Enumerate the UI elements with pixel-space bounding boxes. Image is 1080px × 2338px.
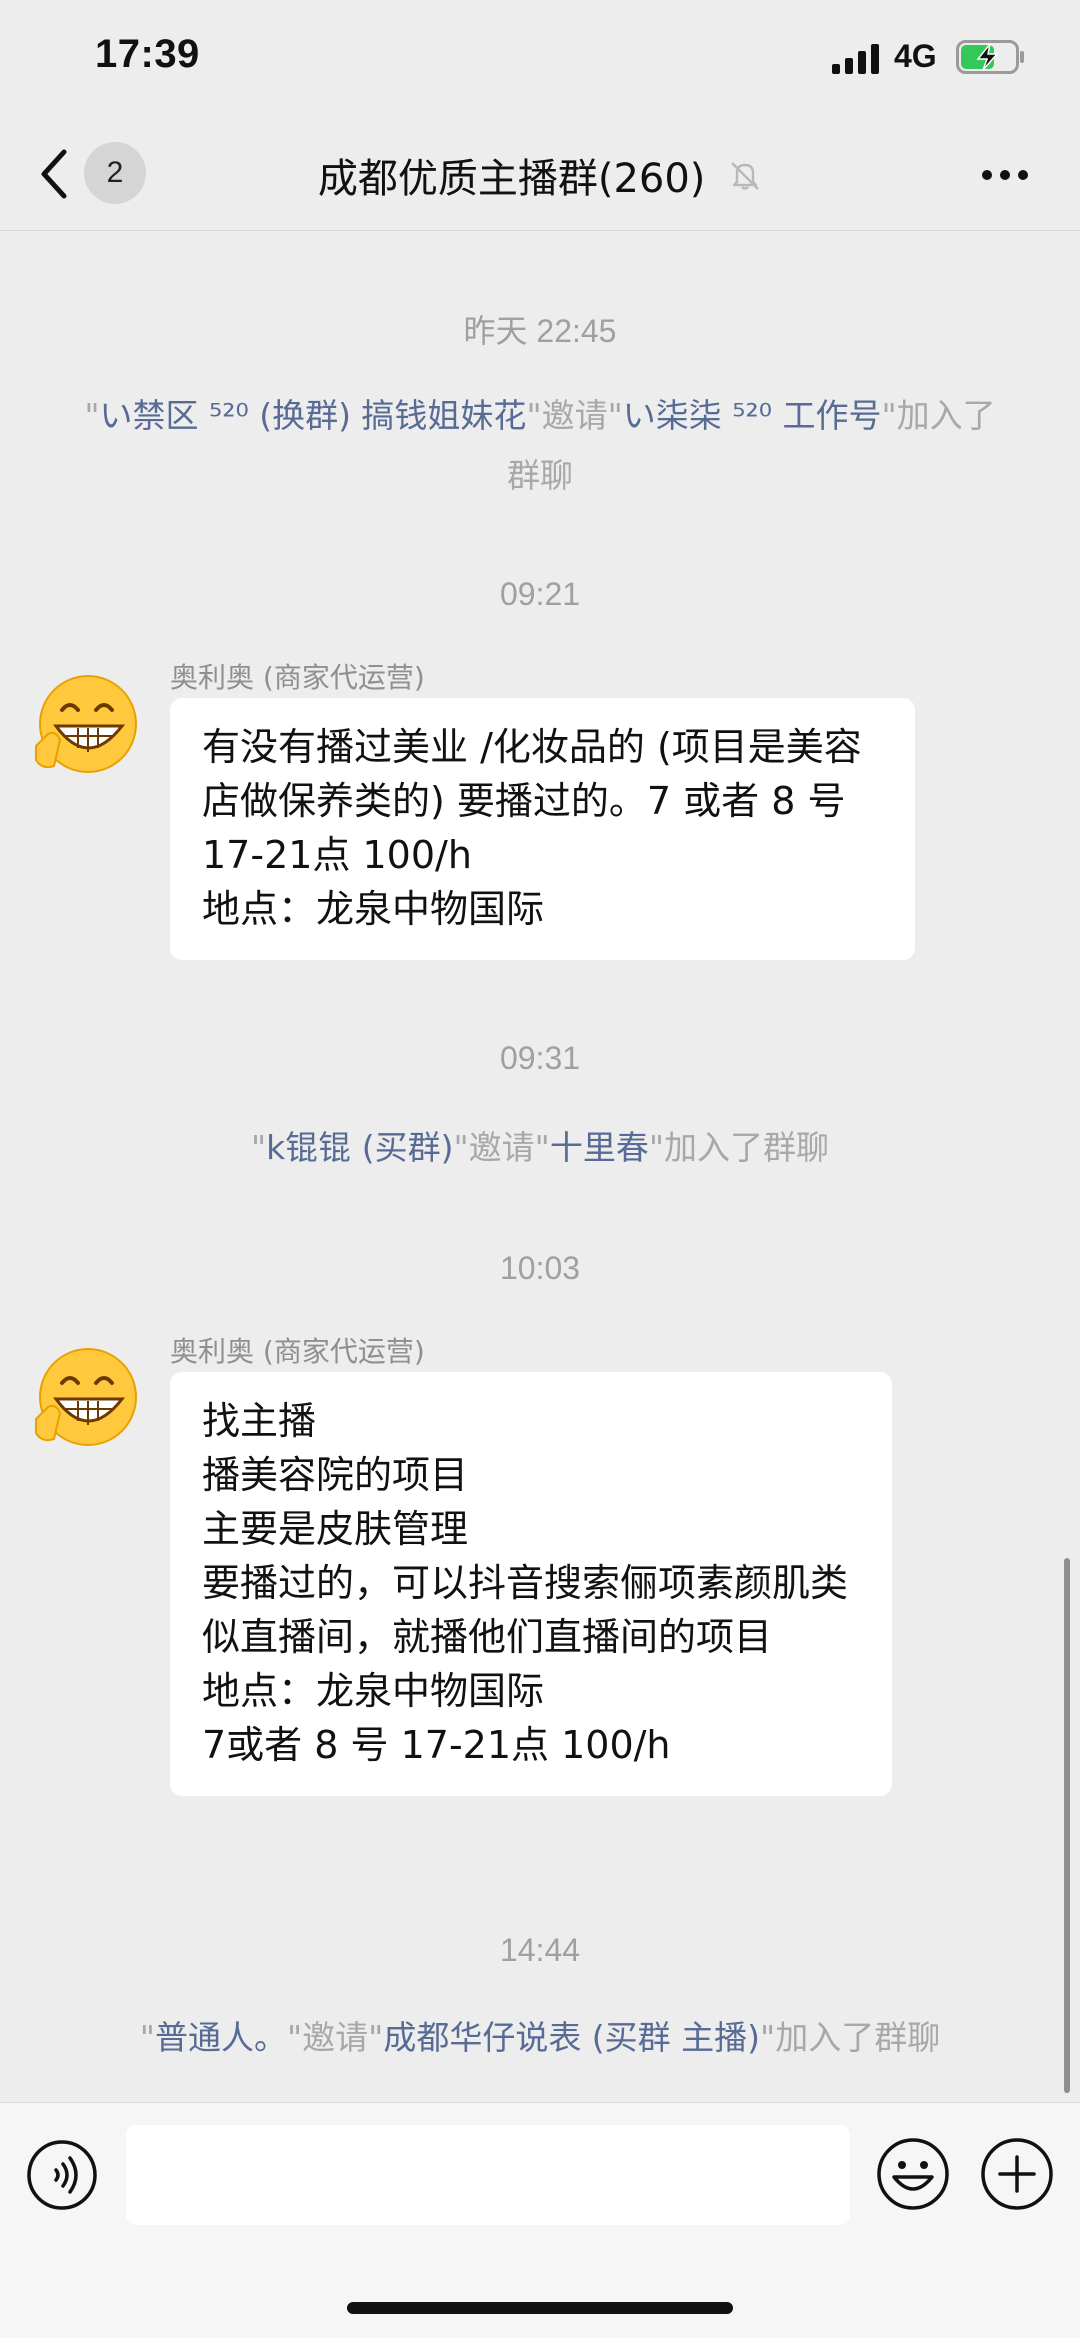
grinning-emoji-avatar[interactable] [30,670,140,780]
timestamp: 09:31 [499,1040,581,1076]
sender-name: 奥利奥 (商家代运营) [170,661,425,694]
message-bubble[interactable]: 有没有播过美业 /化妆品的 (项目是美容店做保养类的) 要播过的。7 或者 8 … [170,698,915,960]
system-notice: "普通人。"邀请"成都华仔说表 (买群 主播)"加入了群聊 [139,2018,941,2057]
emoji-icon[interactable] [876,2137,950,2211]
user-link[interactable]: 成都华仔说表 (买群 主播) [383,2018,760,2057]
plus-icon[interactable] [980,2137,1054,2211]
more-dots-icon[interactable] [980,168,1030,182]
status-time: 17:39 [95,32,200,76]
timestamp: 昨天 22:45 [463,313,617,349]
scrollbar[interactable] [1064,1558,1070,2093]
user-link[interactable]: 普通人。 [155,2018,287,2057]
status-bar: 17:39 4G [0,0,1080,118]
user-link[interactable]: 十里春 [550,1128,649,1167]
chat-title: 成都优质主播群(260) [317,156,706,202]
grinning-emoji-avatar[interactable] [30,1343,140,1453]
system-notice: "い禁区 ⁵²⁰ (换群) 搞钱姐妹花"邀请"い柒柒 ⁵²⁰ 工作号"加入了群聊 [84,396,996,495]
user-link[interactable]: k锟锟 (买群) [266,1128,453,1167]
signal-icon [832,44,879,74]
timestamp: 10:03 [499,1250,581,1286]
battery-charging-icon [956,40,1024,74]
home-indicator[interactable] [347,2302,733,2314]
network-type: 4G [894,38,937,74]
voice-icon[interactable] [26,2139,98,2211]
user-link[interactable]: い柒柒 ⁵²⁰ 工作号 [623,396,882,435]
system-notice: "k锟锟 (买群)"邀请"十里春"加入了群聊 [250,1128,830,1167]
chat-header: 2 成都优质主播群(260) [0,118,1080,231]
message-bubble[interactable]: 找主播 播美容院的项目 主要是皮肤管理 要播过的，可以抖音搜索俪项素颜肌类似直播… [170,1372,892,1796]
timestamp: 14:44 [499,1932,581,1968]
chat-title-wrap: 成都优质主播群(260) [0,146,1080,204]
message-input[interactable] [126,2125,850,2225]
timestamp: 09:21 [499,576,581,612]
bell-slash-icon [731,162,759,190]
user-link[interactable]: い禁区 ⁵²⁰ (换群) 搞钱姐妹花 [100,396,527,435]
sender-name: 奥利奥 (商家代运营) [170,1335,425,1368]
